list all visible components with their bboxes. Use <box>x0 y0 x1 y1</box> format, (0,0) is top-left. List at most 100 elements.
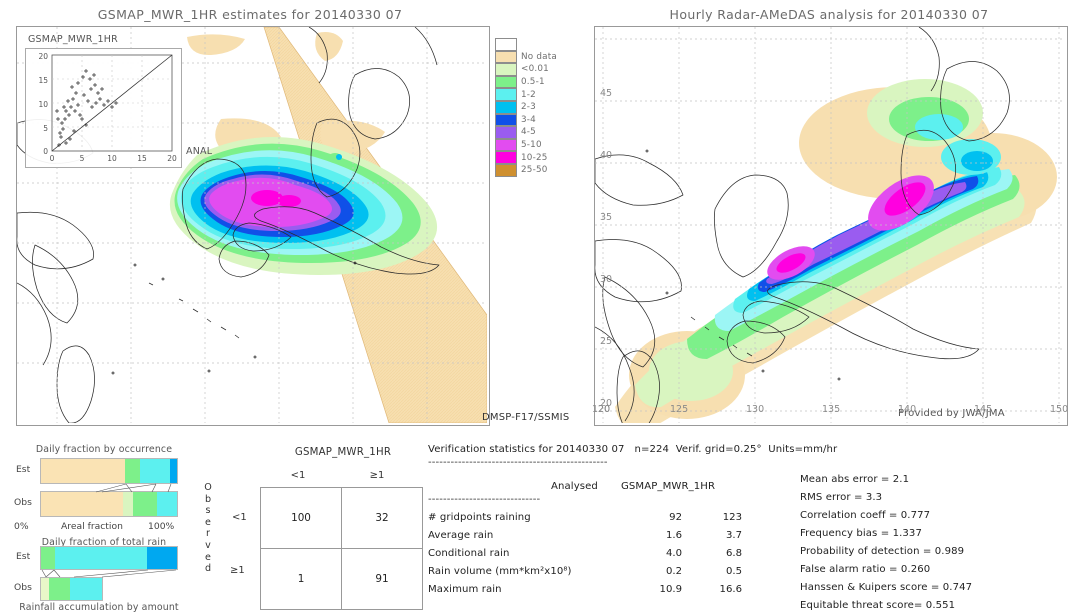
stats-score-7: Equitable threat score= 0.551 <box>800 600 956 611</box>
stats-score-0: Mean abs error = 2.1 <box>800 474 910 485</box>
colorbar-swatch <box>495 75 517 89</box>
colorbar-swatch <box>495 163 517 177</box>
contingency-row-header-1: ≥1 <box>230 565 245 576</box>
colorbar-entry-0 <box>495 38 557 51</box>
stats-analysed-value-2: 4.0 <box>665 548 682 559</box>
stats-header: Verification statistics for 20140330 07 … <box>428 444 838 455</box>
stats-analysed-value-1: 1.6 <box>665 530 682 541</box>
colorbar-entry-6: 3-4 <box>495 113 557 127</box>
contingency-table[interactable]: 100 32 1 91 <box>260 487 423 610</box>
right-map-ytick: 30 <box>600 274 613 285</box>
occurrence-est-segment-2 <box>140 459 171 483</box>
colorbar-entry-9: 10-25 <box>495 151 557 164</box>
total-rain-obs-label: Obs <box>14 582 32 593</box>
colorbar-label: 4-5 <box>521 127 536 138</box>
contingency-col-header-0: <1 <box>290 470 306 481</box>
observed-axis-char: O <box>204 482 212 493</box>
stats-model-value-2: 6.8 <box>725 548 742 559</box>
colorbar-label: 2-3 <box>521 102 536 113</box>
colorbar-label: 0.5-1 <box>521 77 545 88</box>
total-rain-est-segment-1 <box>54 547 148 569</box>
colorbar-label: No data <box>521 51 557 62</box>
occurrence-est-bar[interactable] <box>40 458 178 484</box>
colorbar-swatch <box>495 100 517 114</box>
colorbar-entry-4: 1-2 <box>495 88 557 101</box>
occurrence-obs-label: Obs <box>14 497 32 508</box>
total-rain-obs-bar[interactable] <box>40 577 103 601</box>
occurrence-obs-bar[interactable] <box>40 491 178 517</box>
observed-axis-char: e <box>205 516 211 528</box>
svg-text:10: 10 <box>107 154 117 163</box>
right-map-xtick: 125 <box>670 404 689 415</box>
stats-score-2: Correlation coeff = 0.777 <box>800 510 931 521</box>
stats-model-value-1: 3.7 <box>725 530 742 541</box>
colorbar-label: 25-50 <box>521 165 548 176</box>
right-map-xtick: 120 <box>592 404 611 415</box>
table-row: 1 91 <box>260 548 423 610</box>
scatter-inset[interactable]: 20 15 10 5 0 0 5 10 15 20 <box>25 48 182 168</box>
colorbar-label: 1-2 <box>521 89 536 100</box>
observed-axis-char: d <box>204 563 212 575</box>
stats-analysed-value-0: 92 <box>669 512 682 523</box>
stats-row-label-2: Conditional rain <box>428 548 510 559</box>
colorbar-swatch <box>495 38 517 51</box>
colorbar-label: <0.01 <box>521 64 549 75</box>
svg-text:0: 0 <box>43 147 48 156</box>
occurrence-obs-segment-3 <box>156 492 177 516</box>
colorbar-swatch <box>495 63 517 76</box>
right-map-xtick: 140 <box>898 404 917 415</box>
svg-text:15: 15 <box>38 76 48 85</box>
stats-model-value-4: 16.6 <box>719 584 742 595</box>
colorbar-entry-2: <0.01 <box>495 63 557 76</box>
right-map-xtick: 145 <box>974 404 993 415</box>
colorbar-swatch <box>495 113 517 127</box>
total-rain-obs-segment-0 <box>41 578 49 600</box>
observed-axis-char: r <box>206 528 210 540</box>
right-map-xtick: 150 <box>1050 404 1069 415</box>
stats-sub-divider: ------------------------------ <box>428 494 541 505</box>
occurrence-est-label: Est <box>16 464 31 475</box>
satellite-source-label: DMSP-F17/SSMIS <box>482 412 570 423</box>
colorbar-entry-10: 25-50 <box>495 163 557 177</box>
colorbar-entry-8: 5-10 <box>495 138 557 152</box>
observed-axis-char: b <box>204 493 212 505</box>
svg-text:15: 15 <box>137 154 147 163</box>
svg-text:5: 5 <box>43 124 48 133</box>
total-rain-connector-lines <box>41 569 177 578</box>
cell-hit-miss-10: 1 <box>260 548 342 610</box>
total-rain-obs-segment-1 <box>48 578 71 600</box>
contingency-row-header-0: <1 <box>232 512 247 523</box>
right-panel-title: Hourly Radar-AMeDAS analysis for 2014033… <box>669 7 989 22</box>
stats-row-label-0: # gridpoints raining <box>428 512 531 523</box>
contingency-title: GSMAP_MWR_1HR <box>294 447 392 458</box>
radar-amedas-map[interactable] <box>594 26 1068 426</box>
scatter-inset-title: GSMAP_MWR_1HR <box>28 34 118 45</box>
colorbar-label: 3-4 <box>521 114 536 125</box>
right-map-ytick: 45 <box>600 88 613 99</box>
svg-text:20: 20 <box>38 52 48 61</box>
occurrence-est-segment-1 <box>125 459 141 483</box>
occurrence-obs-segment-1 <box>122 492 134 516</box>
observed-axis-char: v <box>205 539 211 551</box>
colorbar-entry-5: 2-3 <box>495 100 557 114</box>
colorbar-entry-3: 0.5-1 <box>495 75 557 89</box>
occurrence-obs-segment-2 <box>133 492 157 516</box>
contingency-observed-axis-label: Observed <box>202 482 214 575</box>
precipitation-colorbar: No data <0.01 0.5-1 1-2 2-3 3-4 4-5 5-10 10-25 25… <box>495 38 557 177</box>
total-rain-est-bar[interactable] <box>40 546 178 570</box>
stats-analysed-value-3: 0.2 <box>665 566 682 577</box>
cell-hit-miss-00: 100 <box>260 487 342 549</box>
stats-score-3: Frequency bias = 1.337 <box>800 528 922 539</box>
colorbar-swatch <box>495 126 517 139</box>
observed-axis-char: e <box>205 551 211 563</box>
occurrence-connector-lines <box>95 483 172 493</box>
total-rain-est-segment-0 <box>41 547 55 569</box>
observed-axis-char: s <box>205 505 211 517</box>
stats-col-analysed: Analysed <box>551 481 598 492</box>
total-rain-est-segment-2 <box>147 547 177 569</box>
svg-text:10: 10 <box>38 100 48 109</box>
stats-row-label-3: Rain volume (mm*km²x10⁸) <box>428 566 572 577</box>
scatter-canvas: 20 15 10 5 0 0 5 10 15 20 <box>38 52 177 163</box>
occurrence-xlabel: Areal fraction <box>61 521 123 532</box>
right-map-ytick: 40 <box>600 150 613 161</box>
